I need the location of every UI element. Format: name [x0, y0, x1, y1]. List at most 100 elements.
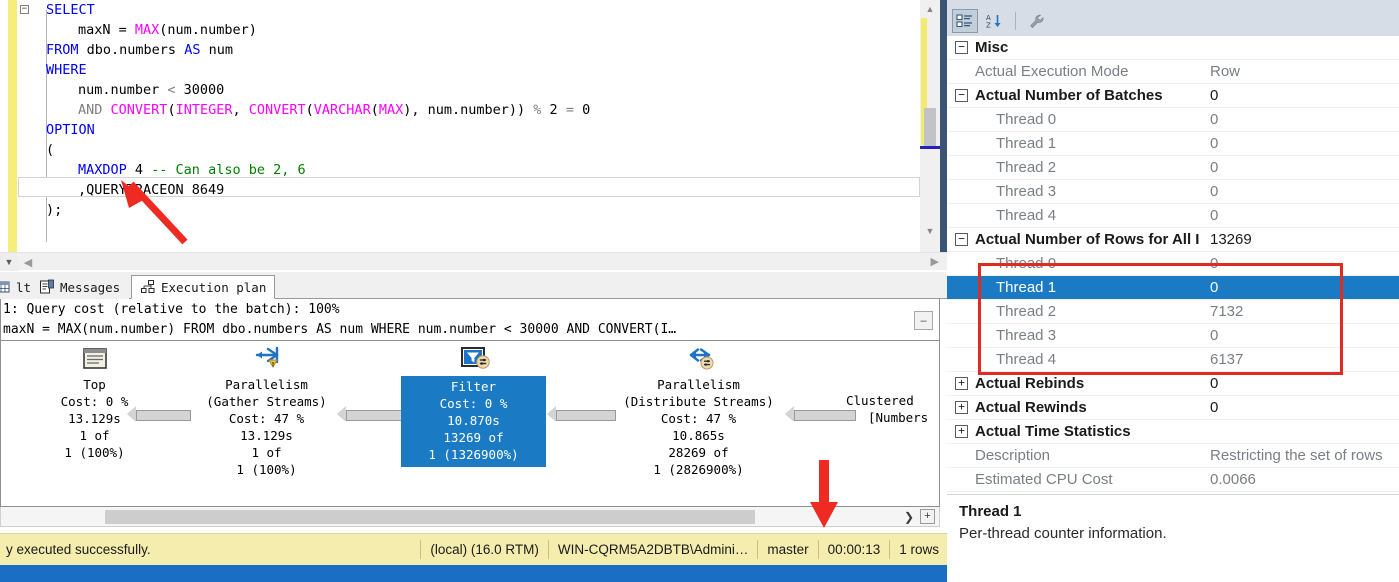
scroll-down-icon[interactable]: ▼: [920, 222, 940, 239]
property-name: Thread 1: [996, 279, 1057, 296]
editor-horizontal-scrollbar[interactable]: ▼ ◀ ▶: [0, 252, 947, 271]
property-value[interactable]: 7132: [1204, 303, 1399, 320]
property-value[interactable]: 6137: [1204, 351, 1399, 368]
property-row[interactable]: Description Restricting the set of rows: [947, 444, 1399, 468]
plan-node-filter-name: Filter: [450, 379, 497, 394]
plan-node-distribute-streams[interactable]: Parallelism (Distribute Streams) Cost: 4…: [611, 346, 786, 478]
property-row[interactable]: Estimated CPU Cost 0.0066: [947, 468, 1399, 492]
property-pages-wrench-icon[interactable]: [1024, 9, 1050, 33]
pane-splitter[interactable]: [940, 0, 947, 252]
property-value[interactable]: 0: [1204, 399, 1399, 416]
property-row[interactable]: + Actual Time Statistics: [947, 420, 1399, 444]
properties-grid[interactable]: − Misc Actual Execution Mode Row − Actual Num…: [947, 36, 1399, 494]
property-row[interactable]: Thread 2 0: [947, 156, 1399, 180]
property-row[interactable]: Thread 0 0: [947, 252, 1399, 276]
property-row[interactable]: Thread 3 0: [947, 324, 1399, 348]
no-expander: [955, 257, 968, 270]
scroll-left-icon[interactable]: ◀: [20, 255, 36, 269]
property-row[interactable]: Thread 4 0: [947, 204, 1399, 228]
scrollbar-caret-marker: [920, 146, 940, 149]
property-value[interactable]: 0: [1204, 327, 1399, 344]
no-expander: [955, 209, 968, 222]
plan-diagram-canvas[interactable]: Top Cost: 0 % 13.129s 1 of 1 (100%) Para…: [1, 342, 939, 506]
collapse-icon[interactable]: −: [955, 89, 968, 102]
property-value[interactable]: 0.0066: [1204, 471, 1399, 488]
property-row[interactable]: − Actual Number of Rows for All I 13269: [947, 228, 1399, 252]
no-expander: [955, 65, 968, 78]
fold-toggle-select[interactable]: −: [20, 5, 29, 14]
property-row[interactable]: Thread 0 0: [947, 108, 1399, 132]
editor-scrollbar-thumb[interactable]: [924, 108, 936, 146]
property-row[interactable]: Actual Execution Mode Row: [947, 60, 1399, 84]
collapse-icon[interactable]: −: [955, 41, 968, 54]
alphabetical-sort-icon[interactable]: A Z: [981, 9, 1007, 33]
results-tabstrip[interactable]: lts Messages Execution plan: [0, 272, 947, 299]
property-value[interactable]: 0: [1204, 135, 1399, 152]
plan-collapse-button[interactable]: –: [914, 311, 933, 330]
tab-execution-plan[interactable]: Execution plan: [131, 275, 276, 299]
code-line: ,QUERYTRACEON 8649: [78, 182, 225, 198]
property-row[interactable]: − Misc: [947, 36, 1399, 60]
plan-node-filter[interactable]: Filter Cost: 0 % 10.870s 13269 of 1 (132…: [401, 376, 546, 467]
property-row[interactable]: Thread 4 6137: [947, 348, 1399, 372]
code-line: SELECT: [46, 2, 95, 18]
property-row[interactable]: − Actual Number of Batches 0: [947, 84, 1399, 108]
property-value[interactable]: 0: [1204, 279, 1399, 296]
editor-vertical-scrollbar[interactable]: ▲ ▼: [920, 0, 940, 252]
scroll-right-icon[interactable]: ▶: [931, 255, 939, 268]
property-row[interactable]: Thread 2 7132: [947, 300, 1399, 324]
parallelism-distribute-icon: [683, 346, 715, 374]
property-description-body: Per-thread counter information.: [959, 525, 1167, 542]
sql-code-text[interactable]: SELECT maxN = MAX(num.number) FROM dbo.num…: [20, 0, 590, 220]
collapse-icon[interactable]: −: [955, 233, 968, 246]
code-line: (: [46, 142, 55, 158]
connector-distribute-to-filter: [556, 410, 616, 421]
plan-node-gather-time: 13.129s: [240, 428, 293, 443]
plan-expand-button[interactable]: +: [920, 509, 935, 524]
expand-icon[interactable]: +: [955, 401, 968, 414]
property-value[interactable]: 0: [1204, 207, 1399, 224]
properties-toolbar[interactable]: A Z: [947, 6, 1399, 36]
property-value[interactable]: Row: [1204, 63, 1399, 80]
unsaved-changes-margin: [8, 0, 17, 252]
plan-node-clustered-index[interactable]: Clustered [Numbers: [846, 392, 939, 426]
property-value[interactable]: 0: [1204, 111, 1399, 128]
property-value[interactable]: 0: [1204, 159, 1399, 176]
property-row[interactable]: Thread 3 0: [947, 180, 1399, 204]
property-value[interactable]: 0: [1204, 255, 1399, 272]
execution-plan-pane[interactable]: 1: Query cost (relative to the batch): 1…: [0, 299, 940, 507]
property-value[interactable]: 0: [1204, 87, 1399, 104]
categorized-view-icon[interactable]: [952, 9, 978, 33]
plan-node-gather-streams[interactable]: Parallelism (Gather Streams) Cost: 47 % …: [189, 346, 344, 478]
status-divider-4: [817, 540, 819, 559]
properties-pane: A Z − Misc Actual Execution Mode Row − Actual…: [947, 0, 1399, 582]
property-name: Actual Rewinds: [975, 399, 1087, 416]
property-row[interactable]: + Actual Rebinds 0: [947, 372, 1399, 396]
no-expander: [955, 473, 968, 486]
editor-dropdown-icon[interactable]: ▼: [0, 253, 18, 271]
property-name: Thread 4: [996, 207, 1057, 224]
expand-icon[interactable]: +: [955, 425, 968, 438]
plan-horizontal-scrollbar[interactable]: ❯ +: [0, 507, 940, 527]
property-value[interactable]: Restricting the set of rows: [1204, 447, 1399, 464]
property-row[interactable]: Thread 1 0: [947, 132, 1399, 156]
tab-messages[interactable]: Messages: [30, 275, 130, 299]
plan-node-top-rows2: 1 (100%): [64, 445, 125, 460]
property-name: Thread 3: [996, 327, 1057, 344]
plan-scrollbar-thumb[interactable]: [105, 510, 755, 524]
property-value[interactable]: 13269: [1204, 231, 1399, 248]
property-row[interactable]: + Actual Rewinds 0: [947, 396, 1399, 420]
property-value[interactable]: 0: [1204, 183, 1399, 200]
plan-node-top[interactable]: Top Cost: 0 % 13.129s 1 of 1 (100%): [37, 346, 152, 461]
connector-arrowhead-3: [547, 406, 556, 422]
property-value[interactable]: 0: [1204, 375, 1399, 392]
plan-scroll-right-icon[interactable]: ❯: [904, 510, 914, 524]
status-divider-2: [547, 540, 549, 559]
property-name: Actual Rebinds: [975, 375, 1085, 392]
scroll-up-icon[interactable]: ▲: [920, 0, 940, 17]
plan-node-clustered-name: Clustered: [846, 393, 914, 408]
plan-node-filter-wrap[interactable]: Filter Cost: 0 % 10.870s 13269 of 1 (132…: [401, 346, 546, 467]
expand-icon[interactable]: +: [955, 377, 968, 390]
property-row[interactable]: Thread 1 0: [947, 276, 1399, 300]
plan-node-gather-rows2: 1 (100%): [236, 462, 297, 477]
